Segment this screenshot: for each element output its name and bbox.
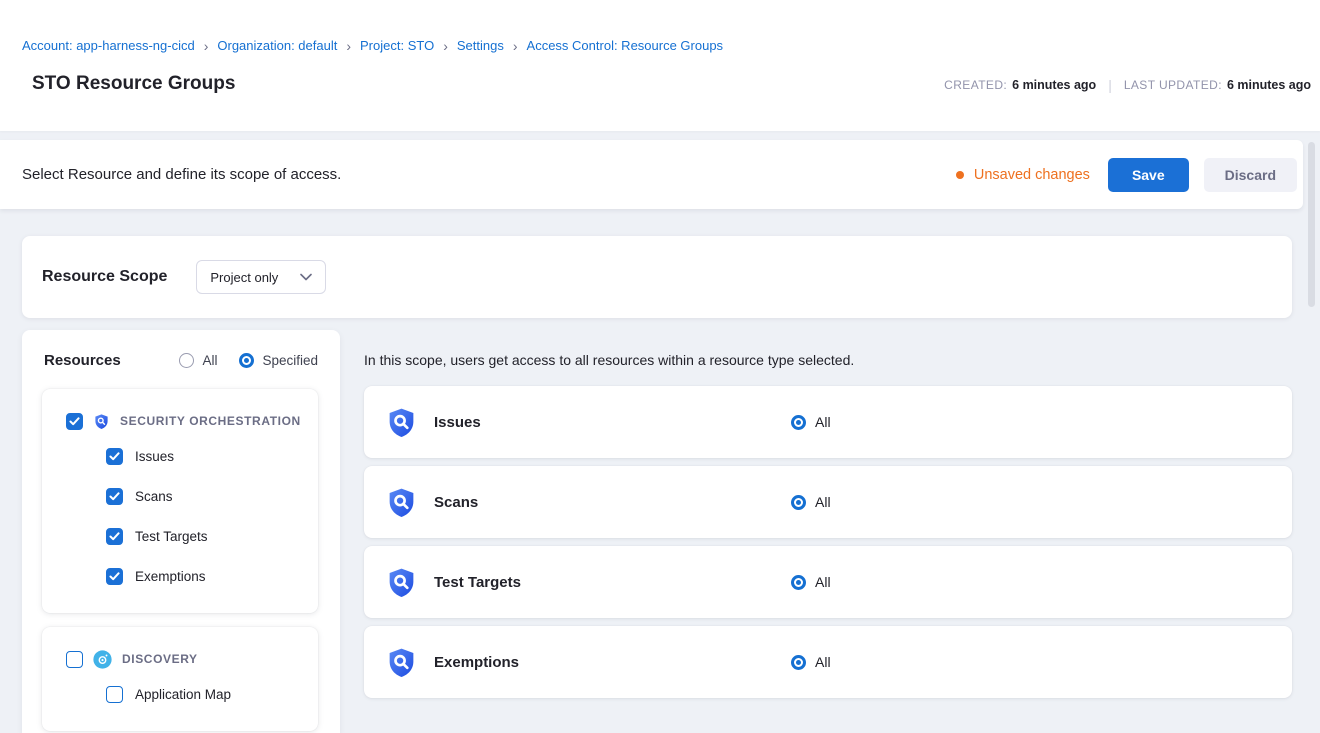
- access-radio-label: All: [815, 654, 831, 670]
- breadcrumb-settings[interactable]: Settings: [457, 38, 504, 53]
- scope-detail-panel: In this scope, users get access to all r…: [364, 330, 1292, 733]
- resource-item-label: Application Map: [135, 687, 231, 702]
- toolbar: Select Resource and define its scope of …: [0, 140, 1303, 209]
- resource-card-issues: Issues All: [364, 386, 1292, 458]
- save-button[interactable]: Save: [1108, 158, 1189, 192]
- test-targets-checkbox[interactable]: [106, 528, 123, 545]
- access-radio-icon[interactable]: [791, 575, 806, 590]
- shield-search-icon: [385, 406, 418, 439]
- resource-scope-selected-value: Project only: [210, 270, 278, 285]
- resource-scope-select[interactable]: Project only: [196, 260, 326, 294]
- page-title: STO Resource Groups: [32, 73, 235, 95]
- access-radio-all[interactable]: All: [791, 494, 831, 510]
- resource-card-exemptions: Exemptions All: [364, 626, 1292, 698]
- chevron-right-icon: ›: [346, 39, 351, 53]
- chevron-down-icon: [300, 273, 312, 281]
- group-label: DISCOVERY: [122, 652, 198, 666]
- resource-group-security-orchestration: SECURITY ORCHESTRATION Issues Scans: [42, 389, 318, 613]
- resource-item-exemptions[interactable]: Exemptions: [42, 556, 318, 596]
- created-label: CREATED:: [944, 78, 1007, 92]
- resource-scope-card: Resource Scope Project only: [22, 236, 1292, 318]
- page-header: Account: app-harness-ng-cicd › Organizat…: [0, 0, 1320, 131]
- meta-divider: |: [1108, 77, 1112, 93]
- access-radio-label: All: [815, 414, 831, 430]
- resource-card-scans: Scans All: [364, 466, 1292, 538]
- resource-item-scans[interactable]: Scans: [42, 476, 318, 516]
- unsaved-changes-status: Unsaved changes: [956, 167, 1090, 183]
- discovery-checkbox[interactable]: [66, 651, 83, 668]
- resource-scope-label: Resource Scope: [42, 268, 167, 286]
- resource-card-label: Scans: [434, 494, 478, 511]
- resource-card-label: Issues: [434, 414, 481, 431]
- issues-checkbox[interactable]: [106, 448, 123, 465]
- scrollbar-thumb[interactable]: [1308, 142, 1315, 307]
- application-map-checkbox[interactable]: [106, 686, 123, 703]
- resource-item-test-targets[interactable]: Test Targets: [42, 516, 318, 556]
- breadcrumb-account[interactable]: Account: app-harness-ng-cicd: [22, 38, 195, 53]
- resource-item-label: Exemptions: [135, 569, 206, 584]
- last-updated-value: 6 minutes ago: [1227, 78, 1311, 92]
- unsaved-dot-icon: [956, 171, 964, 179]
- breadcrumb-organization[interactable]: Organization: default: [217, 38, 337, 53]
- breadcrumb-access-control[interactable]: Access Control: Resource Groups: [527, 38, 724, 53]
- breadcrumb-project[interactable]: Project: STO: [360, 38, 434, 53]
- radio-specified-icon[interactable]: [239, 353, 254, 368]
- resource-item-issues[interactable]: Issues: [42, 436, 318, 476]
- shield-search-icon: [93, 413, 110, 430]
- timestamps: CREATED: 6 minutes ago | LAST UPDATED: 6…: [944, 77, 1311, 95]
- shield-search-icon: [385, 646, 418, 679]
- resource-item-application-map[interactable]: Application Map: [42, 674, 318, 714]
- radio-specified-label: Specified: [262, 353, 318, 368]
- radio-all[interactable]: All: [179, 353, 217, 368]
- group-label: SECURITY ORCHESTRATION: [120, 414, 301, 428]
- exemptions-checkbox[interactable]: [106, 568, 123, 585]
- group-row[interactable]: DISCOVERY: [42, 644, 318, 674]
- access-radio-icon[interactable]: [791, 415, 806, 430]
- resource-group-discovery: DISCOVERY Application Map: [42, 627, 318, 731]
- chevron-right-icon: ›: [204, 39, 209, 53]
- group-row[interactable]: SECURITY ORCHESTRATION: [42, 406, 318, 436]
- resource-item-label: Scans: [135, 489, 173, 504]
- access-radio-all[interactable]: All: [791, 654, 831, 670]
- shield-search-icon: [385, 566, 418, 599]
- chevron-right-icon: ›: [513, 39, 518, 53]
- resource-card-label: Exemptions: [434, 654, 519, 671]
- access-radio-label: All: [815, 494, 831, 510]
- unsaved-changes-label: Unsaved changes: [974, 167, 1090, 183]
- security-orchestration-checkbox[interactable]: [66, 413, 83, 430]
- resource-item-label: Issues: [135, 449, 174, 464]
- access-radio-all[interactable]: All: [791, 574, 831, 590]
- radio-all-label: All: [202, 353, 217, 368]
- access-radio-icon[interactable]: [791, 655, 806, 670]
- content-area: Resource Scope Project only Resources Al…: [0, 209, 1303, 733]
- created-value: 6 minutes ago: [1012, 78, 1096, 92]
- scope-description: In this scope, users get access to all r…: [364, 352, 1292, 368]
- resource-card-label: Test Targets: [434, 574, 521, 591]
- resource-card-test-targets: Test Targets All: [364, 546, 1292, 618]
- access-radio-icon[interactable]: [791, 495, 806, 510]
- radio-all-icon[interactable]: [179, 353, 194, 368]
- access-radio-label: All: [815, 574, 831, 590]
- resource-item-label: Test Targets: [135, 529, 208, 544]
- access-radio-all[interactable]: All: [791, 414, 831, 430]
- resources-mode-radio-group: All Specified: [157, 353, 318, 368]
- discard-button[interactable]: Discard: [1204, 158, 1297, 192]
- resources-panel: Resources All Specified: [22, 330, 340, 733]
- shield-search-icon: [385, 486, 418, 519]
- scans-checkbox[interactable]: [106, 488, 123, 505]
- last-updated-label: LAST UPDATED:: [1124, 78, 1222, 92]
- resources-title: Resources: [44, 352, 121, 369]
- radio-specified[interactable]: Specified: [239, 353, 318, 368]
- toolbar-description: Select Resource and define its scope of …: [22, 166, 341, 183]
- chevron-right-icon: ›: [443, 39, 448, 53]
- breadcrumb: Account: app-harness-ng-cicd › Organizat…: [22, 0, 1311, 53]
- discovery-icon: [93, 650, 112, 669]
